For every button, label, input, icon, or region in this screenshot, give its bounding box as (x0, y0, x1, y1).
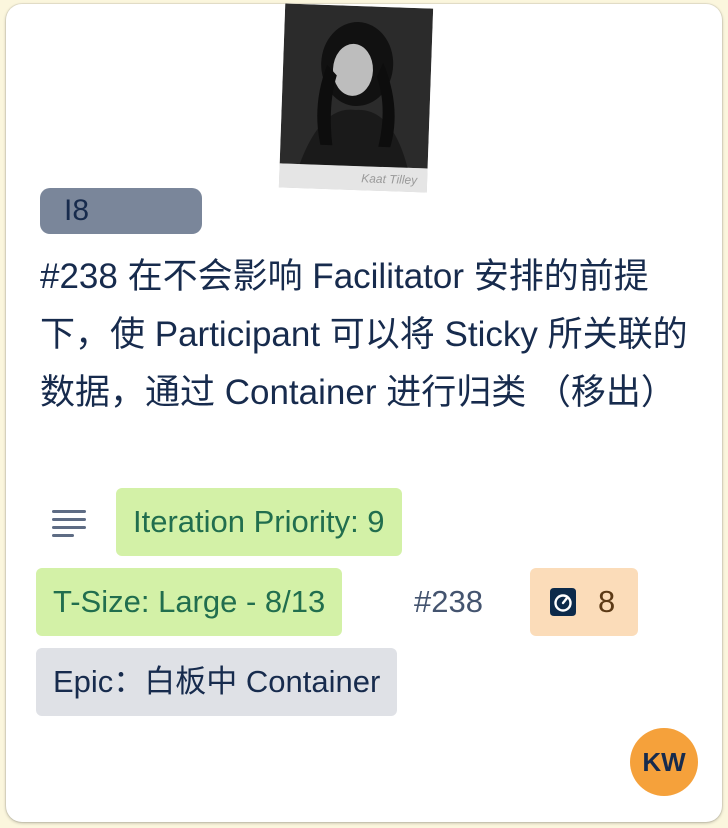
story-points-icon (550, 588, 576, 616)
iteration-label[interactable]: I8 (40, 188, 202, 234)
assignee-avatar[interactable]: KW (630, 728, 698, 796)
t-size-badge: T-Size: Large - 8/13 (36, 568, 343, 636)
card-title[interactable]: #238 在不会影响 Facilitator 安排的前提下，使 Particip… (40, 248, 690, 422)
image-caption: Kaat Tilley (278, 163, 428, 193)
issue-card[interactable]: Kaat Tilley I8 #238 在不会影响 Facilitator 安排… (6, 3, 722, 822)
epic-badge: Epic：白板中 Container (36, 648, 398, 716)
issue-key: #238 (414, 584, 483, 619)
story-points-value: 8 (598, 584, 616, 619)
story-points-badge: 8 (530, 568, 638, 636)
card-cover-image: Kaat Tilley (278, 3, 434, 193)
iteration-priority-badge: Iteration Priority: 9 (116, 488, 402, 556)
description-icon (52, 510, 86, 540)
